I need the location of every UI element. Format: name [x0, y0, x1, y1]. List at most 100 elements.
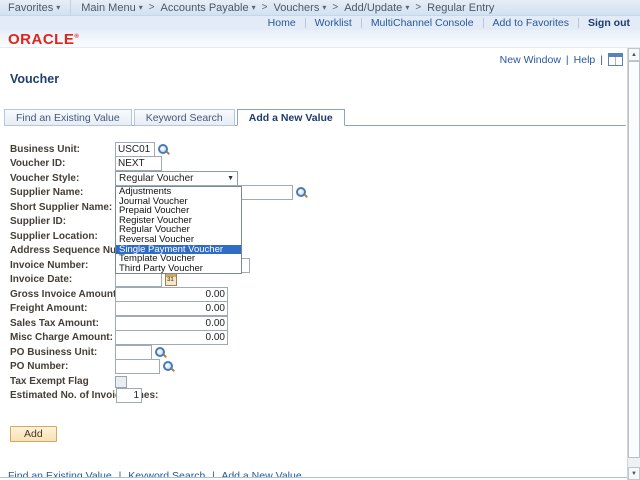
- selected-option-label: Regular Voucher: [119, 173, 194, 184]
- field-row-voucher-id: Voucher ID:: [10, 156, 162, 171]
- field-label: Address Sequence Number:: [10, 245, 120, 256]
- field-label: Short Supplier Name:: [10, 202, 115, 213]
- field-label: Voucher Style:: [10, 173, 115, 184]
- divider: |: [566, 54, 569, 66]
- field-row-misc-charge-amount: Misc Charge Amount:: [10, 330, 228, 345]
- chevron-down-icon: ▾: [252, 4, 256, 12]
- help-link[interactable]: Help: [574, 54, 596, 66]
- field-row-supplier-location: Supplier Location:: [10, 229, 115, 244]
- multichannel-console-link[interactable]: MultiChannel Console: [371, 17, 474, 29]
- dropdown-option-adjustments[interactable]: Adjustments: [116, 187, 241, 197]
- divider: [483, 18, 484, 28]
- calendar-icon[interactable]: [165, 273, 177, 286]
- field-row-gross-invoice-amount: Gross Invoice Amount:: [10, 287, 228, 302]
- lookup-icon[interactable]: [295, 186, 308, 199]
- lookup-icon[interactable]: [157, 143, 170, 156]
- divider: [361, 18, 362, 28]
- field-label: Freight Amount:: [10, 303, 115, 314]
- main-menu[interactable]: Main Menu ▾: [81, 2, 142, 14]
- field-row-estimated-invoice-lines: Estimated No. of Invoice Lines:: [10, 388, 142, 403]
- scrollbar-thumb[interactable]: [628, 61, 640, 458]
- tab-add-new-value[interactable]: Add a New Value: [237, 109, 345, 126]
- sign-out-link[interactable]: Sign out: [588, 17, 630, 29]
- add-button[interactable]: Add: [10, 426, 57, 442]
- breadcrumb-separator: >: [332, 2, 338, 13]
- page-utility-links: New Window | Help |: [500, 53, 623, 66]
- dropdown-option-reversal-voucher[interactable]: Reversal Voucher: [116, 235, 241, 245]
- tab-keyword-search[interactable]: Keyword Search: [134, 109, 235, 126]
- vertical-scrollbar[interactable]: ▲ ▼: [627, 48, 640, 480]
- field-label: Invoice Date:: [10, 274, 115, 285]
- field-label: Voucher ID:: [10, 158, 115, 169]
- po-business-unit-input[interactable]: [115, 345, 152, 360]
- business-unit-input[interactable]: [115, 142, 155, 157]
- field-label: Misc Charge Amount:: [10, 332, 115, 343]
- scroll-down-button[interactable]: ▼: [628, 467, 640, 480]
- lookup-icon[interactable]: [154, 346, 167, 359]
- dropdown-option-journal-voucher[interactable]: Journal Voucher: [116, 197, 241, 207]
- add-to-favorites-link[interactable]: Add to Favorites: [493, 17, 569, 29]
- field-label: Supplier Location:: [10, 231, 115, 242]
- po-number-input[interactable]: [115, 359, 160, 374]
- crumb-label: Regular Entry: [427, 2, 494, 14]
- scroll-up-button[interactable]: ▲: [628, 48, 640, 61]
- voucher-style-select[interactable]: Regular Voucher ▼: [115, 171, 238, 186]
- divider: [305, 18, 306, 28]
- dropdown-option-regular-voucher[interactable]: Regular Voucher: [116, 225, 241, 235]
- chevron-down-icon: ▾: [322, 4, 326, 12]
- field-row-po-number: PO Number:: [10, 359, 175, 374]
- breadcrumb: Favorites ▾ Main Menu ▾ > Accounts Payab…: [0, 0, 640, 16]
- field-label: Supplier ID:: [10, 216, 115, 227]
- tab-strip: Find an Existing Value Keyword Search Ad…: [4, 109, 347, 126]
- favorites-menu[interactable]: Favorites ▾: [8, 2, 60, 14]
- divider: |: [600, 54, 603, 66]
- field-row-business-unit: Business Unit:: [10, 142, 170, 157]
- crumb-label: Vouchers: [273, 2, 319, 14]
- page-title: Voucher: [10, 72, 59, 86]
- field-row-tax-exempt-flag: Tax Exempt Flag: [10, 374, 127, 389]
- lookup-icon[interactable]: [162, 360, 175, 373]
- field-label: Supplier Name:: [10, 187, 115, 198]
- worklist-link[interactable]: Worklist: [315, 17, 352, 29]
- divider: [578, 18, 579, 28]
- crumb-label: Accounts Payable: [161, 2, 249, 14]
- sales-tax-amount-input[interactable]: [115, 316, 228, 331]
- breadcrumb-separator: >: [415, 2, 421, 13]
- dropdown-option-register-voucher[interactable]: Register Voucher: [116, 216, 241, 226]
- breadcrumb-separator: >: [262, 2, 268, 13]
- field-row-freight-amount: Freight Amount:: [10, 301, 228, 316]
- estimated-invoice-lines-input[interactable]: [116, 388, 142, 403]
- new-window-link[interactable]: New Window: [500, 54, 561, 66]
- field-row-short-supplier-name: Short Supplier Name:: [10, 200, 115, 215]
- favorites-label: Favorites: [8, 2, 53, 14]
- breadcrumb-separator: >: [149, 2, 155, 13]
- voucher-id-input[interactable]: [115, 156, 162, 171]
- dropdown-option-template-voucher[interactable]: Template Voucher: [116, 254, 241, 264]
- main-menu-label: Main Menu: [81, 2, 135, 14]
- dropdown-option-third-party-voucher[interactable]: Third Party Voucher: [116, 264, 241, 274]
- logo-bar: ORACLE: [0, 30, 640, 48]
- tab-find-existing-value[interactable]: Find an Existing Value: [4, 109, 132, 126]
- voucher-style-dropdown-list: Adjustments Journal Voucher Prepaid Vouc…: [115, 186, 242, 274]
- chevron-down-icon: ▾: [56, 4, 60, 12]
- dropdown-option-single-payment-voucher[interactable]: Single Payment Voucher: [116, 245, 241, 255]
- personalize-page-icon[interactable]: [608, 53, 623, 66]
- home-link[interactable]: Home: [268, 17, 296, 29]
- chevron-down-icon: ▾: [139, 4, 143, 12]
- misc-charge-amount-input[interactable]: [115, 330, 228, 345]
- breadcrumb-add-update[interactable]: Add/Update ▾: [344, 2, 409, 14]
- tax-exempt-checkbox[interactable]: [115, 376, 127, 388]
- field-row-sales-tax-amount: Sales Tax Amount:: [10, 316, 228, 331]
- field-label: Tax Exempt Flag: [10, 376, 115, 387]
- application-window: Favorites ▾ Main Menu ▾ > Accounts Payab…: [0, 0, 640, 480]
- breadcrumb-accounts-payable[interactable]: Accounts Payable ▾: [161, 2, 256, 14]
- chevron-down-icon: ▼: [227, 175, 234, 182]
- oracle-logo: ORACLE: [8, 31, 79, 48]
- breadcrumb-vouchers[interactable]: Vouchers ▾: [273, 2, 326, 14]
- field-label: Estimated No. of Invoice Lines:: [10, 390, 116, 401]
- gross-invoice-amount-input[interactable]: [115, 287, 228, 302]
- divider: [70, 0, 71, 16]
- dropdown-option-prepaid-voucher[interactable]: Prepaid Voucher: [116, 206, 241, 216]
- freight-amount-input[interactable]: [115, 301, 228, 316]
- field-label: Business Unit:: [10, 144, 115, 155]
